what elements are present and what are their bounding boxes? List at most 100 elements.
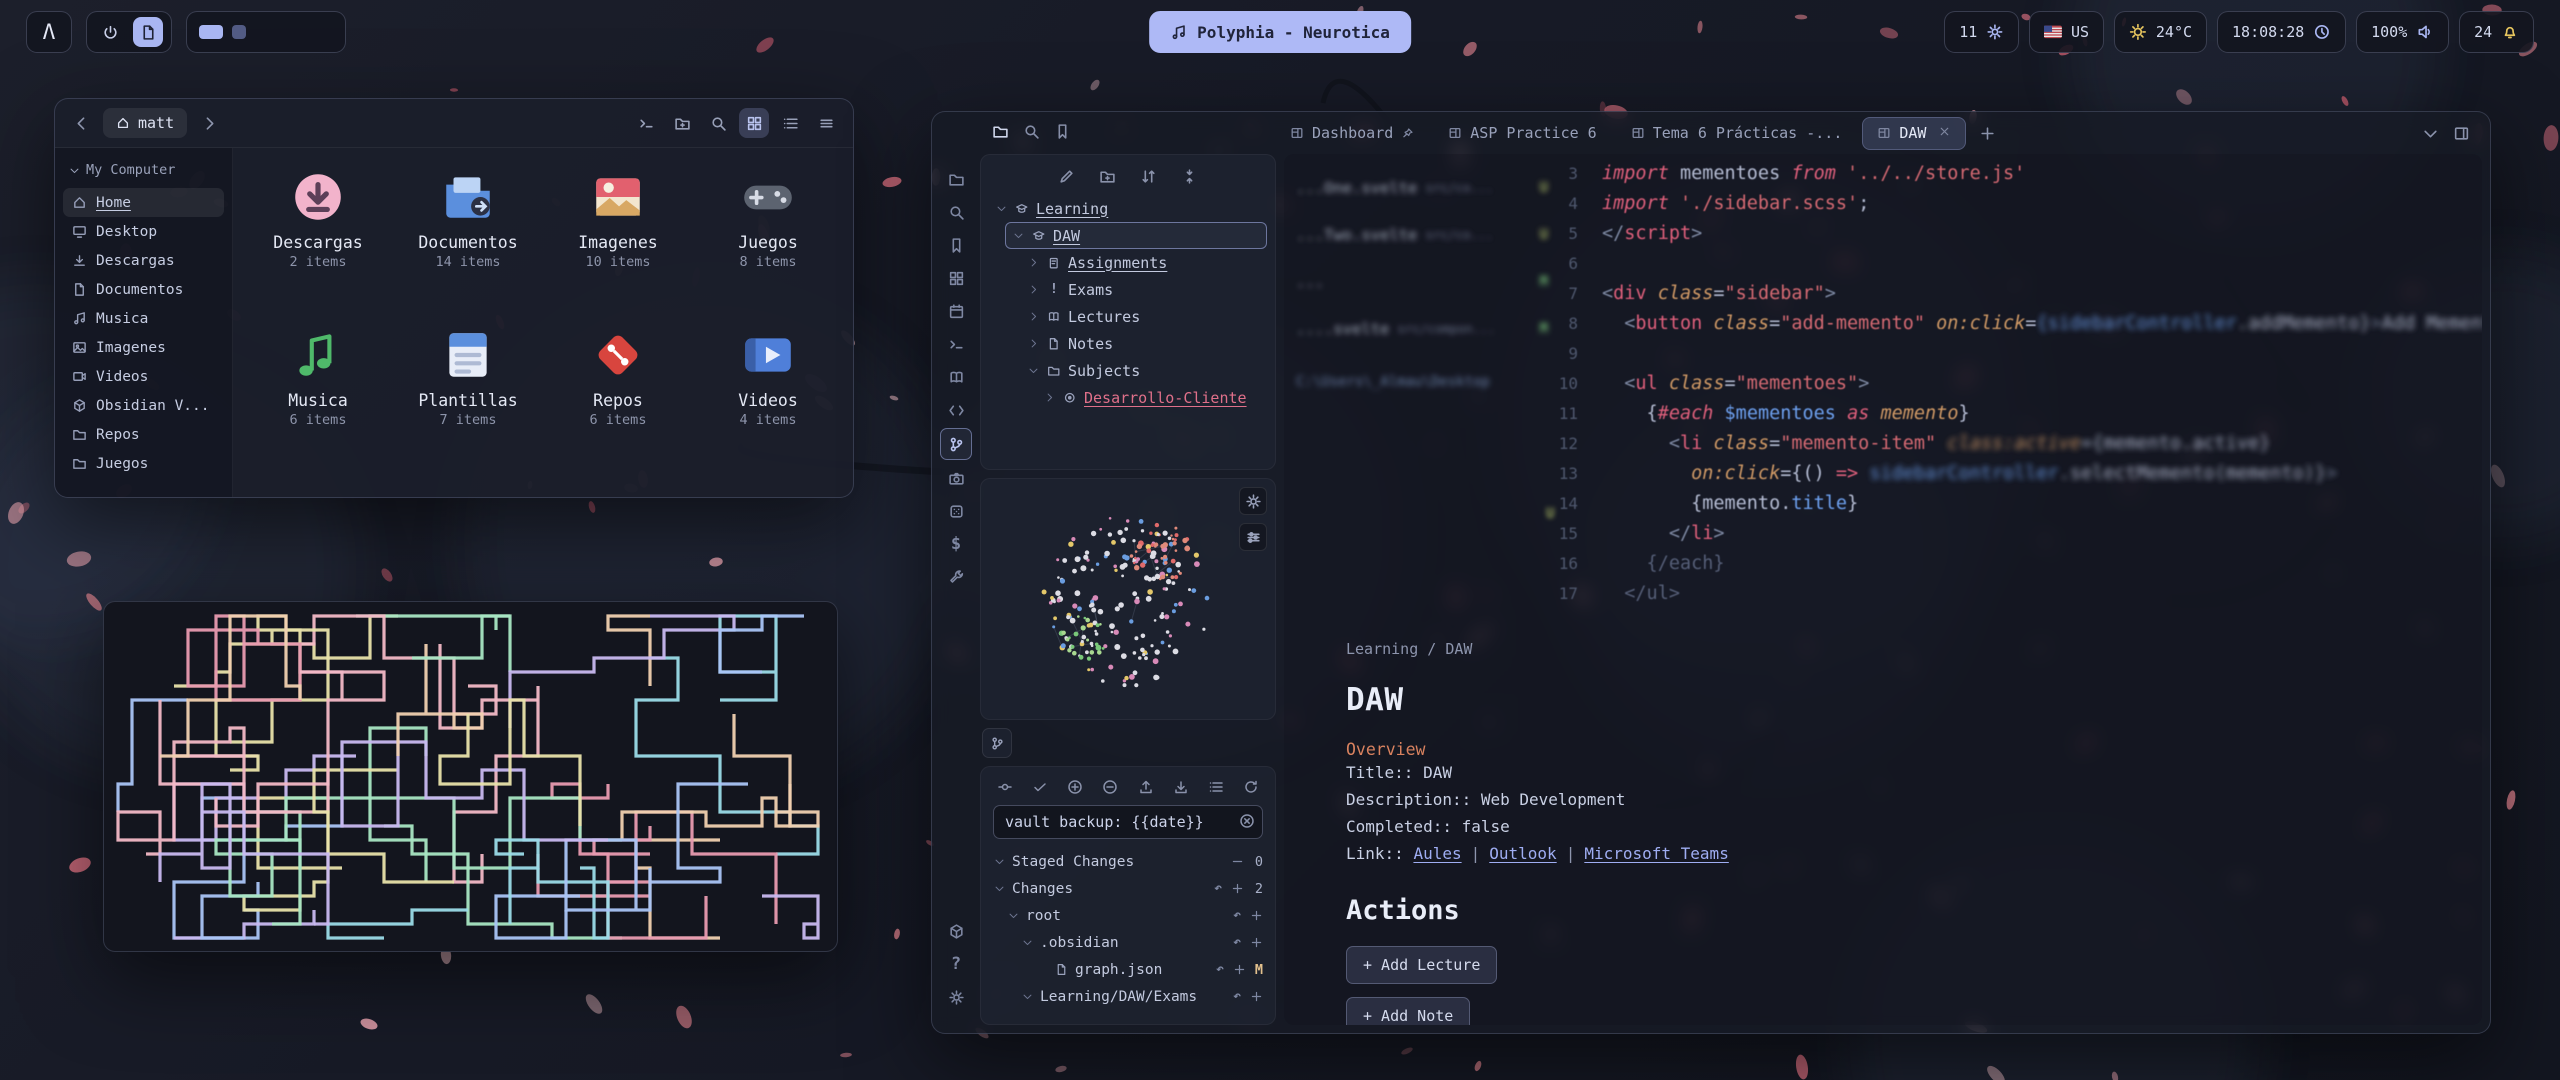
folder-tile-juegos[interactable]: Juegos8 items <box>693 160 843 270</box>
fm-search-button[interactable] <box>703 108 733 138</box>
note-action-add-lecture[interactable]: + Add Lecture <box>1346 946 1497 984</box>
git-pull-icon[interactable] <box>1173 779 1189 795</box>
fm-sidebar-item-desktop[interactable]: Desktop <box>63 217 224 246</box>
tree-chevron-icon[interactable] <box>1027 365 1040 376</box>
folder-tile-repos[interactable]: Repos6 items <box>543 318 693 428</box>
tab-list-icon[interactable] <box>2422 125 2439 142</box>
ribbon-daily-note-button[interactable] <box>941 296 971 326</box>
folder-tile-plantillas[interactable]: Plantillas7 items <box>393 318 543 428</box>
tree-chevron-icon[interactable] <box>1027 311 1040 322</box>
git-history-button[interactable] <box>982 728 1012 758</box>
tray-updates[interactable]: 11 <box>1944 11 2019 53</box>
git-undo-icon[interactable]: ↶ <box>1233 936 1241 949</box>
fm-grid-button[interactable] <box>739 108 769 138</box>
power-button[interactable] <box>95 17 125 47</box>
git-plus-icon[interactable] <box>1231 882 1244 895</box>
tree-chevron-icon[interactable] <box>995 203 1008 214</box>
launcher-button[interactable]: Λ <box>26 11 72 53</box>
ribbon-git-button[interactable] <box>940 428 972 460</box>
chevron-down-icon[interactable] <box>69 165 80 176</box>
folder-tile-documentos[interactable]: Documentos14 items <box>393 160 543 270</box>
git-minus-icon[interactable] <box>1231 855 1244 868</box>
tree-chevron-icon[interactable] <box>1012 230 1025 241</box>
ribbon-snapshot-button[interactable] <box>941 463 971 493</box>
tray-notifications[interactable]: 24 <box>2459 11 2534 53</box>
graph-filters-button[interactable] <box>1239 523 1267 551</box>
git-chevron-icon[interactable] <box>993 883 1006 894</box>
fm-sidebar-item-videos[interactable]: Videos <box>63 362 224 391</box>
ribbon-search-button[interactable] <box>941 197 971 227</box>
ribbon-code-view-button[interactable] <box>941 395 971 425</box>
tree-item-lectures[interactable]: Lectures <box>1021 303 1267 330</box>
sort-order-icon[interactable] <box>1140 168 1157 185</box>
git-undo-icon[interactable]: ↶ <box>1214 882 1222 895</box>
ribbon-canvas-button[interactable] <box>941 263 971 293</box>
breadcrumb[interactable]: matt <box>103 108 187 138</box>
git-row-obsidian[interactable]: .obsidian↶ <box>993 929 1263 956</box>
fm-menu-button[interactable] <box>811 108 841 138</box>
git-chevron-icon[interactable] <box>1007 910 1020 921</box>
fm-sidebar-item-home[interactable]: Home <box>63 188 224 217</box>
fm-sidebar-item-juegos[interactable]: Juegos <box>63 449 224 478</box>
toggle-right-panel-icon[interactable] <box>2453 125 2470 142</box>
git-plus-icon[interactable] <box>1250 990 1263 1003</box>
ribbon-random-note-button[interactable] <box>941 496 971 526</box>
apps-button[interactable] <box>133 17 163 47</box>
tab-daw[interactable]: DAW <box>1862 117 1966 150</box>
tree-item-exams[interactable]: !Exams <box>1021 276 1267 303</box>
forward-button[interactable] <box>195 109 223 137</box>
note-link-aules[interactable]: Aules <box>1413 844 1461 863</box>
fm-sidebar-item-repos[interactable]: Repos <box>63 420 224 449</box>
tree-chevron-icon[interactable] <box>1027 284 1040 295</box>
git-commit-all-icon[interactable] <box>1032 779 1048 795</box>
fm-list-button[interactable] <box>775 108 805 138</box>
git-chevron-icon[interactable] <box>1021 937 1034 948</box>
git-plus-icon[interactable] <box>1250 936 1263 949</box>
new-folder-icon[interactable] <box>1099 168 1116 185</box>
git-row-staged-changes[interactable]: Staged Changes0 <box>993 848 1263 875</box>
ribbon-vault-switcher-button[interactable] <box>941 916 971 946</box>
git-row-root[interactable]: root↶ <box>993 902 1263 929</box>
graph-view[interactable] <box>981 479 1275 719</box>
ribbon-tools-button[interactable] <box>941 562 971 592</box>
note-action-add-note[interactable]: + Add Note <box>1346 997 1470 1025</box>
folder-tile-imagenes[interactable]: Imagenes10 items <box>543 160 693 270</box>
sidebar-tab-search[interactable] <box>1023 123 1040 144</box>
tray-volume[interactable]: 100% <box>2356 11 2449 53</box>
folder-tile-musica[interactable]: Musica6 items <box>243 318 393 428</box>
ribbon-settings-button[interactable] <box>941 982 971 1012</box>
git-chevron-icon[interactable] <box>1021 991 1034 1002</box>
fm-sidebar-item-documentos[interactable]: Documentos <box>63 275 224 304</box>
note-link-microsoft-teams[interactable]: Microsoft Teams <box>1584 844 1729 863</box>
workspace-dot[interactable] <box>232 25 246 39</box>
git-undo-icon[interactable]: ↶ <box>1233 909 1241 922</box>
tray-weather[interactable]: 24°C <box>2114 11 2207 53</box>
fm-sidebar-item-musica[interactable]: Musica <box>63 304 224 333</box>
fm-folder-plus-button[interactable] <box>667 108 697 138</box>
sidebar-tab-folder[interactable] <box>992 123 1009 144</box>
git-row-changes[interactable]: Changes↶2 <box>993 875 1263 902</box>
git-undo-icon[interactable]: ↶ <box>1216 963 1224 976</box>
folder-tile-videos[interactable]: Videos4 items <box>693 318 843 428</box>
git-change-list-icon[interactable] <box>1208 779 1224 795</box>
workspace-indicator[interactable] <box>186 11 346 53</box>
ribbon-help-button[interactable]: ? <box>941 949 971 979</box>
tree-item-notes[interactable]: Notes <box>1021 330 1267 357</box>
git-plus-icon[interactable] <box>1250 909 1263 922</box>
tree-chevron-icon[interactable] <box>1027 257 1040 268</box>
git-refresh-icon[interactable] <box>1243 779 1259 795</box>
tree-item-learning[interactable]: Learning <box>989 195 1267 222</box>
note-link-outlook[interactable]: Outlook <box>1489 844 1556 863</box>
git-push-icon[interactable] <box>1138 779 1154 795</box>
tree-item-assignments[interactable]: Assignments <box>1021 249 1267 276</box>
new-tab-button[interactable] <box>1972 118 2002 148</box>
editor-pane[interactable]: ...One.sveltesrc/co...U...Two.sveltesrc/… <box>1284 154 2482 1025</box>
ribbon-files-button[interactable] <box>941 164 971 194</box>
new-note-icon[interactable] <box>1058 168 1075 185</box>
commit-message-input[interactable] <box>993 805 1263 839</box>
graph-settings-button[interactable] <box>1239 487 1267 515</box>
tree-item-daw[interactable]: DAW <box>1005 222 1267 249</box>
tab-dashboard[interactable]: Dashboard <box>1276 118 1428 149</box>
back-button[interactable] <box>67 109 95 137</box>
fm-sidebar-item-imagenes[interactable]: Imagenes <box>63 333 224 362</box>
